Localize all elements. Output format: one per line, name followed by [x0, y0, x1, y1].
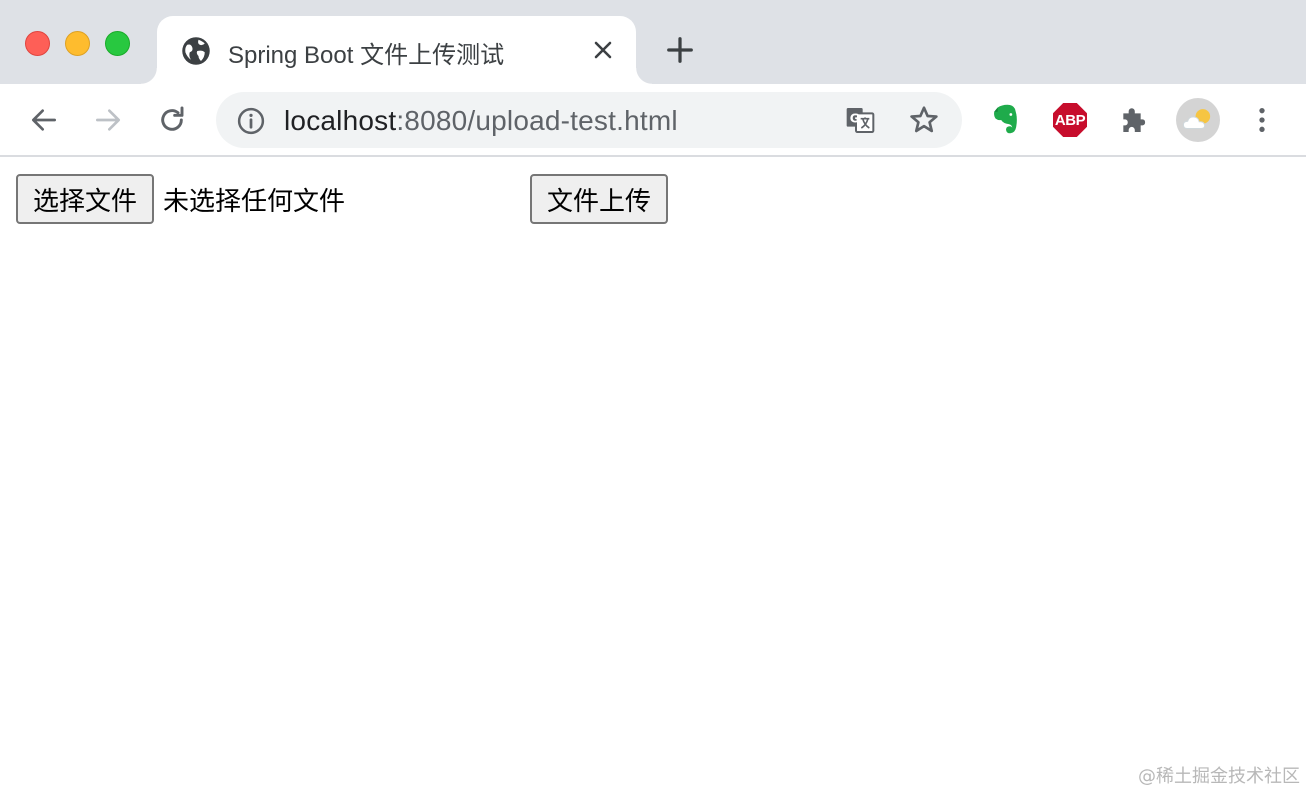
browser-toolbar: localhost:8080/upload-test.html G — [0, 84, 1306, 157]
forward-button[interactable] — [88, 100, 128, 140]
site-info-icon[interactable] — [236, 106, 266, 136]
browser-tab[interactable]: Spring Boot 文件上传测试 — [141, 16, 652, 84]
abp-icon: ABP — [1053, 103, 1087, 137]
adblock-plus-extension-button[interactable]: ABP — [1050, 100, 1090, 140]
close-window-button[interactable] — [25, 31, 50, 56]
reload-icon — [161, 106, 184, 131]
tab-title: Spring Boot 文件上传测试 — [228, 42, 505, 69]
globe-icon — [182, 37, 210, 65]
zoom-window-button[interactable] — [105, 31, 130, 56]
translate-icon[interactable]: G — [844, 104, 876, 136]
url-path: :8080/upload-test.html — [396, 105, 678, 136]
address-bar[interactable]: localhost:8080/upload-test.html G — [216, 92, 962, 148]
watermark: @稀土掘金技术社区 — [1138, 766, 1300, 787]
browser-menu-button[interactable] — [1242, 100, 1282, 140]
weather-avatar-icon — [1182, 109, 1211, 129]
arrow-left-icon — [32, 109, 56, 131]
minimize-window-button[interactable] — [65, 31, 90, 56]
url-text[interactable]: localhost:8080/upload-test.html — [284, 105, 678, 137]
bookmark-star-icon[interactable] — [908, 104, 940, 136]
tab-strip: Spring Boot 文件上传测试 — [0, 0, 1306, 84]
url-host: localhost — [284, 105, 397, 136]
back-button[interactable] — [24, 100, 64, 140]
avatar — [1176, 98, 1220, 142]
choose-file-button[interactable]: 选择文件 — [16, 174, 154, 224]
no-file-chosen-text: 未选择任何文件 — [163, 187, 346, 217]
upload-button[interactable]: 文件上传 — [530, 174, 668, 224]
page-content: 选择文件 未选择任何文件 文件上传 — [0, 159, 1306, 792]
vertical-dots-icon — [1259, 108, 1265, 132]
arrow-right-icon — [96, 109, 120, 131]
evernote-icon — [994, 104, 1017, 134]
svg-text:G: G — [850, 112, 860, 126]
evernote-extension-button[interactable] — [986, 100, 1026, 140]
profile-button[interactable] — [1176, 98, 1220, 142]
puzzle-piece-icon — [1123, 108, 1146, 132]
close-tab-icon[interactable] — [591, 38, 615, 62]
reload-button[interactable] — [152, 100, 192, 140]
new-tab-icon[interactable] — [665, 35, 695, 65]
extensions-menu-button[interactable] — [1114, 100, 1154, 140]
